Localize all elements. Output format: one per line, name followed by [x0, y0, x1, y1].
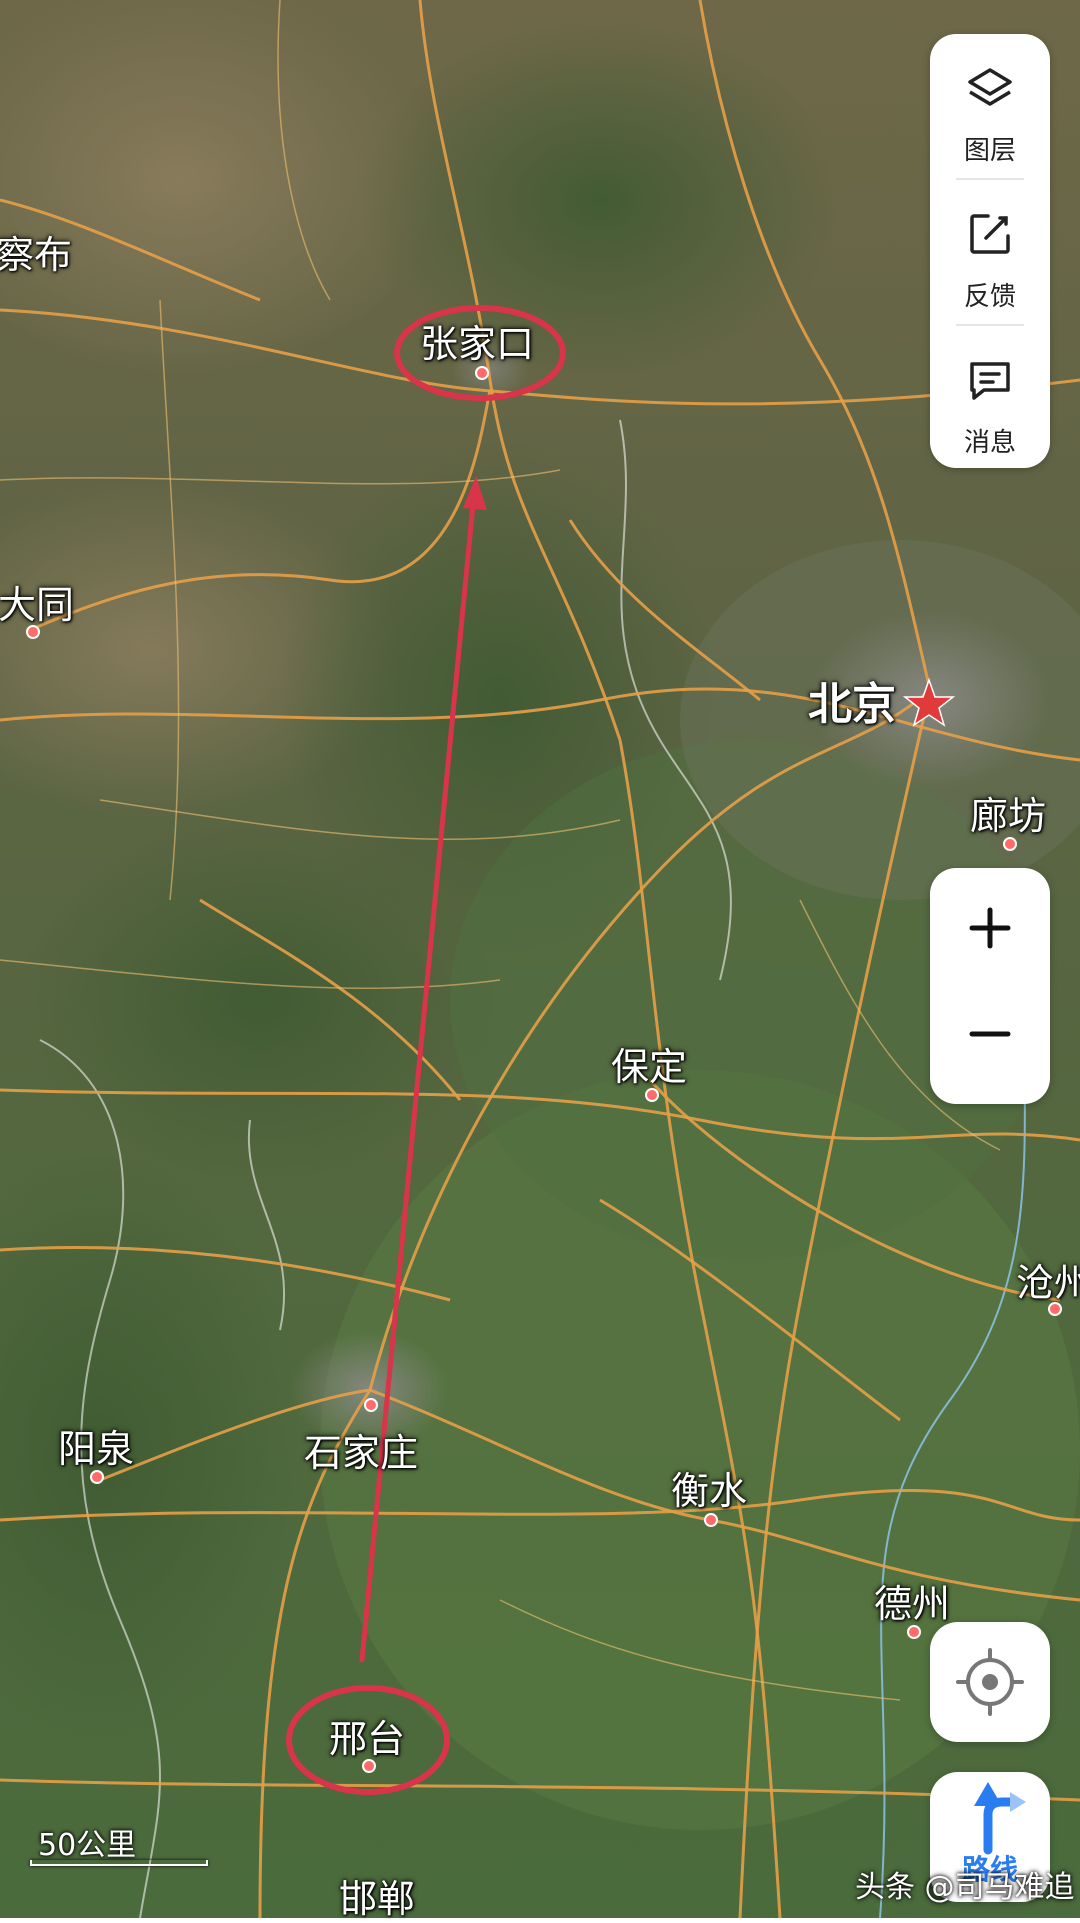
label-dezhou: 德州	[874, 1582, 951, 1626]
label-cangzhou: 沧州	[1016, 1261, 1080, 1305]
message-icon	[970, 362, 1010, 400]
label-beijing: 北京	[808, 679, 896, 730]
watermark: 头条 @司马难追	[855, 1870, 1075, 1905]
label-xingtai: 邢台	[329, 1717, 406, 1761]
locate-icon	[956, 1648, 1024, 1716]
dot-hengshui[interactable]	[704, 1513, 718, 1527]
dot-zhangjiakou[interactable]	[475, 366, 489, 380]
label-hengshui: 衡水	[671, 1469, 748, 1513]
minus-icon	[969, 1031, 1011, 1037]
layers-label: 图层	[963, 136, 1016, 166]
dot-shijiazhuang[interactable]	[364, 1398, 378, 1412]
map-toolbar: 图层 反馈 消息	[930, 34, 1050, 468]
label-datong: 大同	[0, 583, 75, 627]
messages-button[interactable]: 消息	[930, 326, 1050, 466]
label-baoding: 保定	[611, 1045, 688, 1089]
label-langfang: 廊坊	[970, 794, 1047, 838]
label-zhangjiakou: 张家口	[420, 322, 535, 366]
feedback-button[interactable]: 反馈	[930, 180, 1050, 320]
feedback-label: 反馈	[963, 282, 1016, 312]
layers-icon	[968, 68, 1012, 106]
zoom-control	[930, 868, 1050, 1104]
label-handan: 邯郸	[339, 1877, 416, 1921]
edit-icon	[970, 214, 1010, 254]
locate-button[interactable]	[930, 1622, 1050, 1742]
plus-icon	[969, 907, 1011, 949]
label-wulanchabu: 察布	[0, 233, 73, 277]
messages-label: 消息	[963, 428, 1016, 458]
label-shijiazhuang: 石家庄	[304, 1431, 419, 1475]
zoom-out-button[interactable]	[930, 986, 1050, 1104]
scale-label: 50公里	[38, 1828, 137, 1863]
layers-button[interactable]: 图层	[930, 34, 1050, 174]
scale-bar	[30, 1860, 208, 1866]
zoom-in-button[interactable]	[930, 868, 1050, 986]
label-yangquan: 阳泉	[58, 1427, 135, 1471]
satellite-map[interactable]	[0, 0, 1080, 1918]
